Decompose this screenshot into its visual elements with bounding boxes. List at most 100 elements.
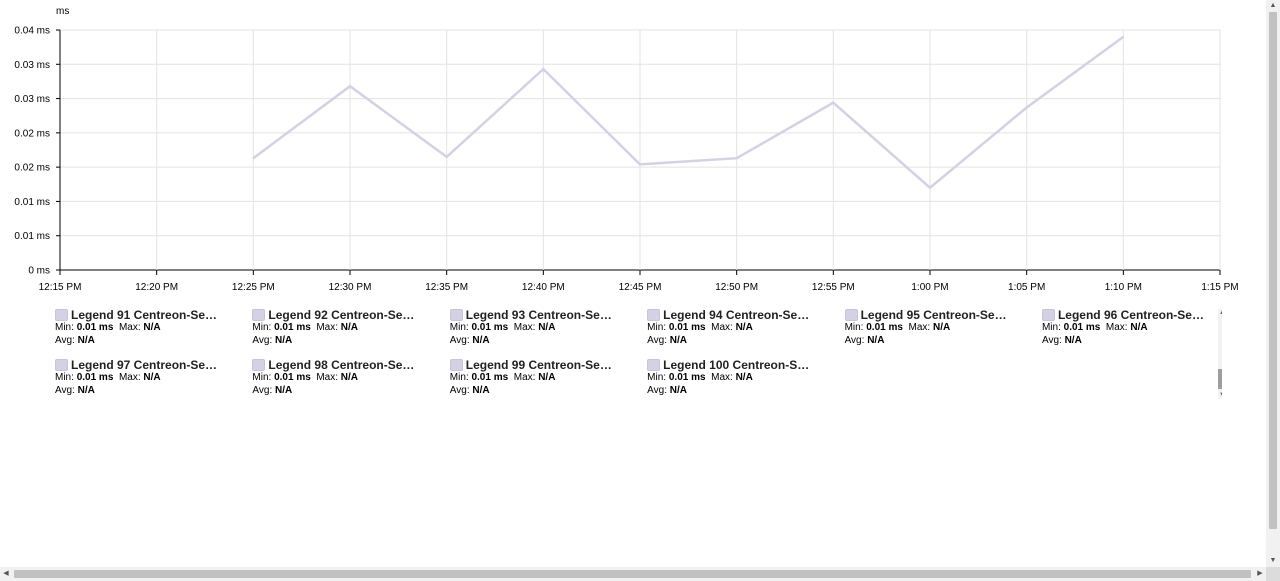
legend-item-stats: Min: 0.01 ms Max: N/A Avg: N/A <box>845 321 951 347</box>
series-point <box>832 101 835 104</box>
max-value: N/A <box>340 322 359 333</box>
x-tick-label: 1:10 PM <box>1105 282 1142 293</box>
scroll-up-arrow-icon[interactable]: ▲ <box>1218 309 1222 317</box>
legend-swatch-icon[interactable] <box>252 359 266 371</box>
min-label: Min: <box>647 372 667 383</box>
legend-item-stats: Min: 0.01 ms Max: N/A Avg: N/A <box>647 321 753 347</box>
page-vertical-scrollbar[interactable]: ▲ ▼ <box>1266 0 1280 567</box>
min-value: 0.01 ms <box>471 322 509 333</box>
avg-value: N/A <box>77 385 95 396</box>
series-line <box>252 35 1125 190</box>
avg-label: Avg: <box>1041 335 1062 346</box>
y-tick-label: 0.03 ms <box>14 94 50 105</box>
scroll-up-icon[interactable]: ▲ <box>1266 0 1280 12</box>
legend-panel: Legend 91 Centreon-Server Min: 0.01 ms Ma… <box>52 309 1222 400</box>
x-tick-label: 1:05 PM <box>1008 282 1045 293</box>
legend-swatch-icon[interactable] <box>55 309 68 321</box>
avg-label: Avg: <box>55 385 75 396</box>
legend-swatch-icon[interactable] <box>449 359 463 371</box>
legend-item[interactable]: Legend 94 Centreon-Server Min: 0.01 ms Ma… <box>644 309 841 359</box>
x-axis-ticks: 12:15 PM 12:20 PM 12:25 PM 12:30 PM 12:35 PM… <box>39 270 1239 293</box>
legend-item[interactable]: Legend 96 Centreon-Server Min: 0.01 ms Ma… <box>1039 309 1222 359</box>
min-value: 0.01 ms <box>668 372 706 383</box>
vertical-scroll-thumb[interactable] <box>1269 12 1277 529</box>
legend-item-name: Legend 99 Centreon-Server <box>465 358 616 372</box>
max-label: Max: <box>118 322 141 333</box>
min-label: Min: <box>55 372 74 383</box>
y-tick-label: 0.04 ms <box>14 26 50 37</box>
avg-label: Avg: <box>647 385 668 396</box>
series-point <box>349 85 351 88</box>
x-tick-label: 1:00 PM <box>911 282 948 293</box>
legend-swatch-icon[interactable] <box>844 309 858 321</box>
series-point <box>1025 106 1028 109</box>
min-label: Min: <box>55 322 74 333</box>
legend-item-stats: Min: 0.01 ms Max: N/A Avg: N/A <box>450 371 556 397</box>
legend-item[interactable]: Legend 95 Centreon-Server Min: 0.01 ms Ma… <box>842 309 1039 359</box>
min-label: Min: <box>252 372 272 383</box>
legend-item-name: Legend 100 Centreon-Server <box>663 358 814 372</box>
max-label: Max: <box>316 322 339 333</box>
min-label: Min: <box>449 322 469 333</box>
legend-scroll-thumb[interactable] <box>1218 369 1222 389</box>
y-axis-ticks: 0 ms 0.01 ms 0.01 ms 0.02 ms 0.02 ms 0.03 ms 0… <box>14 26 61 277</box>
legend-item[interactable]: Legend 97 Centreon-Server Min: 0.01 ms Ma… <box>52 358 249 400</box>
max-value: N/A <box>1130 322 1148 333</box>
legend-swatch-icon[interactable] <box>647 359 661 371</box>
x-tick-label: 12:40 PM <box>522 282 565 293</box>
legend-item-stats: Min: 0.01 ms Max: N/A Avg: N/A <box>55 371 161 397</box>
avg-value: N/A <box>472 385 490 396</box>
legend-scrollbar[interactable]: ▲ ▼ <box>1218 309 1222 399</box>
horizontal-scroll-thumb[interactable] <box>14 570 1251 578</box>
vertical-gridlines <box>59 30 1221 270</box>
scrollbar-corner <box>1266 567 1280 581</box>
max-label: Max: <box>118 372 141 383</box>
scroll-down-icon[interactable]: ▼ <box>1266 555 1280 567</box>
y-tick-label: 0 ms <box>28 266 50 277</box>
legend-grid: Legend 91 Centreon-Server Min: 0.01 ms Ma… <box>52 309 1212 400</box>
legend-swatch-icon[interactable] <box>647 309 661 321</box>
scroll-right-icon[interactable]: ▶ <box>1254 567 1266 581</box>
series-point <box>735 157 738 160</box>
series-point <box>252 157 255 160</box>
legend-item[interactable]: Legend 100 Centreon-Server Min: 0.01 ms M… <box>644 358 841 400</box>
y-tick-label: 0.01 ms <box>14 231 50 242</box>
y-tick-label: 0.03 ms <box>14 60 50 71</box>
avg-label: Avg: <box>647 335 668 346</box>
avg-value: N/A <box>669 385 688 396</box>
min-value: 0.01 ms <box>471 372 509 383</box>
legend-swatch-icon[interactable] <box>252 309 266 321</box>
legend-swatch-icon[interactable] <box>1041 309 1055 321</box>
series-point <box>639 163 641 166</box>
scroll-down-arrow-icon[interactable]: ▼ <box>1218 391 1222 399</box>
y-tick-label: 0.01 ms <box>14 197 50 208</box>
max-label: Max: <box>711 372 733 383</box>
legend-item[interactable]: Legend 92 Centreon-Server Min: 0.01 ms Ma… <box>249 309 446 359</box>
legend-item-stats: Min: 0.01 ms Max: N/A Avg: N/A <box>1042 321 1148 347</box>
min-value: 0.01 ms <box>76 322 114 333</box>
legend-item[interactable]: Legend 91 Centreon-Server Min: 0.01 ms Ma… <box>52 309 249 359</box>
max-value: N/A <box>538 372 556 383</box>
legend-item-stats: Min: 0.01 ms Max: N/A Avg: N/A <box>55 321 161 347</box>
min-label: Min: <box>844 322 864 333</box>
series-point <box>1122 36 1125 38</box>
legend-item[interactable]: Legend 98 Centreon-Server Min: 0.01 ms Ma… <box>249 358 446 400</box>
legend-item[interactable]: Legend 99 Centreon-Server Min: 0.01 ms Ma… <box>447 358 644 400</box>
avg-value: N/A <box>472 335 490 346</box>
avg-value: N/A <box>77 335 95 346</box>
x-tick-label: 12:50 PM <box>715 282 758 293</box>
avg-label: Avg: <box>844 335 865 346</box>
avg-label: Avg: <box>55 335 75 346</box>
x-tick-label: 12:45 PM <box>619 282 662 293</box>
min-label: Min: <box>252 322 272 333</box>
legend-swatch-icon[interactable] <box>449 309 463 321</box>
legend-item-stats: Min: 0.01 ms Max: N/A Avg: N/A <box>450 321 556 347</box>
legend-item[interactable]: Legend 93 Centreon-Server Min: 0.01 ms Ma… <box>447 309 644 359</box>
max-value: N/A <box>932 322 951 333</box>
legend-swatch-icon[interactable] <box>55 359 68 371</box>
series-layer <box>252 35 1125 190</box>
legend-item-stats: Min: 0.01 ms Max: N/A Avg: N/A <box>252 321 358 347</box>
page-horizontal-scrollbar[interactable]: ◀ ▶ <box>0 567 1266 581</box>
legend-item-stats: Min: 0.01 ms Max: N/A Avg: N/A <box>252 371 358 397</box>
scroll-left-icon[interactable]: ◀ <box>0 567 12 581</box>
